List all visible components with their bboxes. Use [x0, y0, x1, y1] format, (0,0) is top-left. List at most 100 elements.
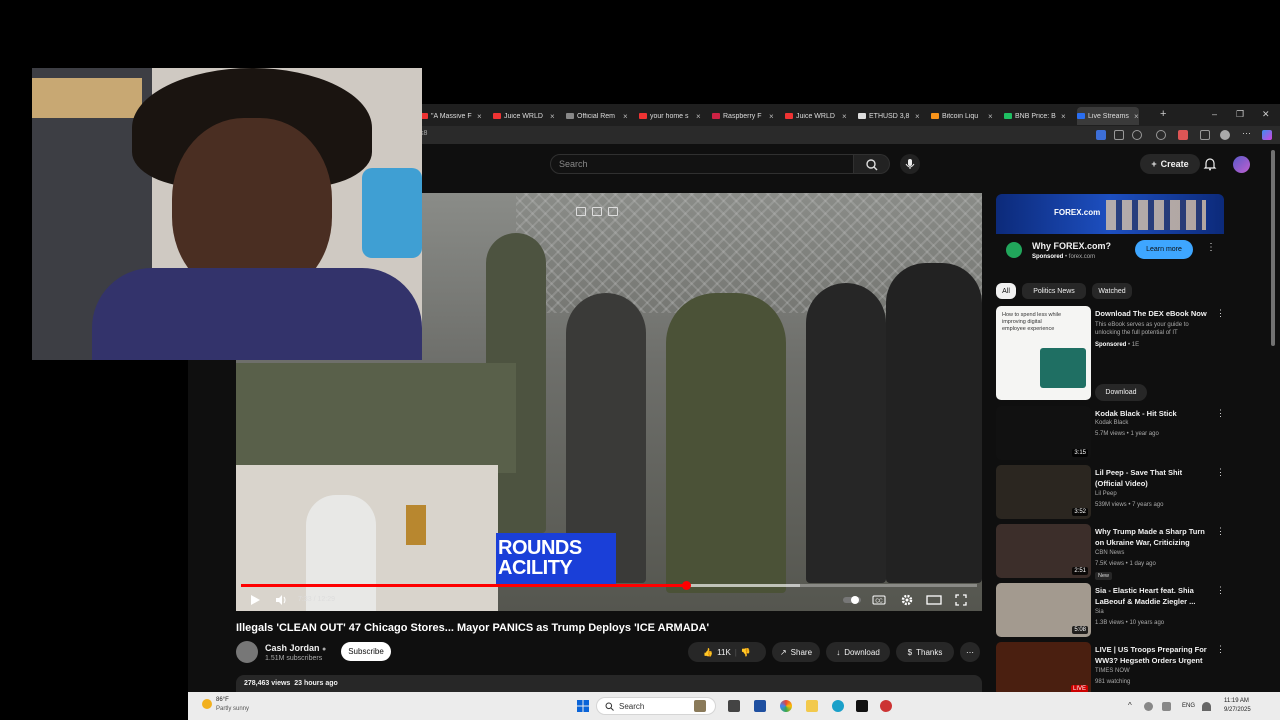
widget-icon[interactable]: [694, 700, 706, 712]
channel-avatar[interactable]: [236, 641, 258, 663]
tray-time[interactable]: 11:19 AM: [1224, 698, 1249, 704]
progress-bar[interactable]: [241, 581, 977, 590]
browser-tab[interactable]: Raspberry F ×: [712, 107, 774, 125]
tab-close-icon[interactable]: ×: [915, 112, 920, 121]
browser-tab[interactable]: Official Rem ×: [566, 107, 628, 125]
tray-app-icon[interactable]: [1162, 702, 1171, 711]
channel-name[interactable]: Cash Jordan ●: [265, 643, 326, 653]
ad-sponsor-line: Sponsored • forex.com: [1032, 254, 1096, 260]
minimize-icon[interactable]: –: [1212, 109, 1217, 119]
app-icon[interactable]: [880, 700, 892, 712]
tray-app-icon[interactable]: [1144, 702, 1153, 711]
download-button[interactable]: ↓ Download: [826, 642, 890, 662]
video-menu-icon[interactable]: ⋮: [1216, 585, 1225, 596]
browser-tab[interactable]: BNB Price: B ×: [1004, 107, 1066, 125]
weather-icon[interactable]: [202, 699, 212, 709]
settings-icon[interactable]: [1200, 130, 1210, 140]
browser-tab[interactable]: Juice WRLD ×: [785, 107, 847, 125]
maximize-icon[interactable]: ❐: [1236, 109, 1244, 120]
video-menu-icon[interactable]: ⋮: [1216, 526, 1225, 537]
thanks-button[interactable]: $ Thanks: [896, 642, 954, 662]
copilot-icon[interactable]: [1262, 130, 1272, 140]
video-menu-icon[interactable]: ⋮: [1216, 467, 1225, 478]
chrome-icon[interactable]: [780, 700, 792, 712]
play-icon[interactable]: [248, 593, 262, 607]
recommendation-item[interactable]: LIVE LIVE | US Troops Preparing For WW3? …: [996, 642, 1226, 698]
tray-chevron-icon[interactable]: ^: [1128, 701, 1132, 710]
tab-close-icon[interactable]: ×: [1134, 112, 1139, 121]
browser-tab[interactable]: your home s ×: [639, 107, 701, 125]
copy-icon[interactable]: [608, 207, 618, 216]
settings-gear-icon[interactable]: [900, 593, 914, 607]
chip-watched[interactable]: Watched: [1092, 283, 1132, 299]
profile-icon[interactable]: [1220, 130, 1230, 140]
refresh-icon[interactable]: [1156, 130, 1166, 140]
tab-close-icon[interactable]: ×: [550, 112, 555, 121]
ad-menu-icon[interactable]: ⋮: [1206, 242, 1216, 253]
dislike-button[interactable]: 👎: [741, 648, 751, 657]
volume-icon[interactable]: [274, 593, 288, 607]
tab-close-icon[interactable]: ×: [769, 112, 774, 121]
share-button[interactable]: ↗ Share: [772, 642, 820, 662]
like-button[interactable]: 👍 11K: [703, 648, 731, 657]
fullscreen-icon[interactable]: [954, 593, 968, 607]
autoplay-toggle-icon[interactable]: [842, 593, 862, 607]
wifi-icon[interactable]: [1202, 702, 1211, 711]
search-input[interactable]: Search: [550, 154, 854, 174]
tab-close-icon[interactable]: ×: [842, 112, 847, 121]
star-icon[interactable]: [1132, 130, 1142, 140]
video-menu-icon[interactable]: ⋮: [1216, 408, 1225, 419]
promo-menu-icon[interactable]: ⋮: [1216, 308, 1225, 319]
browser-tab[interactable]: Juice WRLD ×: [493, 107, 555, 125]
tray-language[interactable]: ENG: [1182, 703, 1195, 709]
scrollbar-thumb[interactable]: [1271, 150, 1275, 346]
voice-search-button[interactable]: [900, 154, 920, 174]
picture-in-picture-icon[interactable]: [576, 207, 586, 216]
tray-date[interactable]: 9/27/2025: [1224, 707, 1251, 713]
ad-info[interactable]: Why FOREX.com? Sponsored • forex.com Lea…: [996, 234, 1224, 270]
browser-tab[interactable]: Live Streams ×: [1077, 107, 1139, 125]
browser-tab[interactable]: "A Massive F ×: [420, 107, 482, 125]
tab-close-icon[interactable]: ×: [696, 112, 701, 121]
theater-mode-icon[interactable]: [926, 593, 942, 607]
chip-politics-news[interactable]: Politics News: [1022, 283, 1086, 299]
browser-tab[interactable]: ETHUSD 3,8 ×: [858, 107, 920, 125]
close-window-icon[interactable]: ✕: [1262, 109, 1270, 120]
recommendation-item[interactable]: 5:08 Sia - Elastic Heart feat. Shia LaBeo…: [996, 583, 1226, 639]
x-app-icon[interactable]: [856, 700, 868, 712]
ad-banner[interactable]: FOREX.com: [996, 194, 1224, 234]
new-tab-icon[interactable]: +: [1160, 108, 1166, 120]
browser-tab[interactable]: Bitcoin Liqu ×: [931, 107, 993, 125]
search-button[interactable]: [854, 154, 890, 174]
promo-download-button[interactable]: Download: [1095, 384, 1147, 401]
create-button[interactable]: + Create: [1140, 154, 1200, 174]
start-windows-icon[interactable]: [577, 700, 589, 712]
tab-close-icon[interactable]: ×: [477, 112, 482, 121]
video-menu-icon[interactable]: ⋮: [1216, 644, 1225, 655]
popout-icon[interactable]: [592, 207, 602, 216]
learn-more-button[interactable]: Learn more: [1135, 240, 1193, 259]
recommendation-item[interactable]: 3:15 Kodak Black - Hit Stick Kodak Black 5.…: [996, 406, 1226, 462]
subscribe-button[interactable]: Subscribe: [341, 642, 391, 661]
app-icon[interactable]: [754, 700, 766, 712]
promoted-item[interactable]: How to spend less while improving digita…: [996, 306, 1226, 402]
tab-close-icon[interactable]: ×: [1061, 112, 1066, 121]
extension-icon[interactable]: [1096, 130, 1106, 140]
more-icon[interactable]: ⋯: [1242, 128, 1252, 138]
recommendation-item[interactable]: 3:52 Lil Peep - Save That Shit (Official …: [996, 465, 1226, 521]
more-actions-button[interactable]: ⋯: [960, 642, 980, 662]
account-avatar[interactable]: [1233, 156, 1250, 173]
video-title: Lil Peep - Save That Shit (Official Vide…: [1095, 468, 1183, 488]
tab-close-icon[interactable]: ×: [623, 112, 628, 121]
subtitles-icon[interactable]: CC: [872, 593, 886, 607]
tab-close-icon[interactable]: ×: [988, 112, 993, 121]
recommendation-item[interactable]: 2:51 Why Trump Made a Sharp Turn on Ukrai…: [996, 524, 1226, 580]
extension-icon[interactable]: [1178, 130, 1188, 140]
chip-all[interactable]: All: [996, 283, 1016, 299]
task-view-icon[interactable]: [728, 700, 740, 712]
file-explorer-icon[interactable]: [806, 700, 818, 712]
tab-label: Bitcoin Liqu: [942, 112, 979, 120]
reader-icon[interactable]: [1114, 130, 1124, 140]
notification-bell-icon[interactable]: [1202, 156, 1218, 172]
edge-icon[interactable]: [832, 700, 844, 712]
